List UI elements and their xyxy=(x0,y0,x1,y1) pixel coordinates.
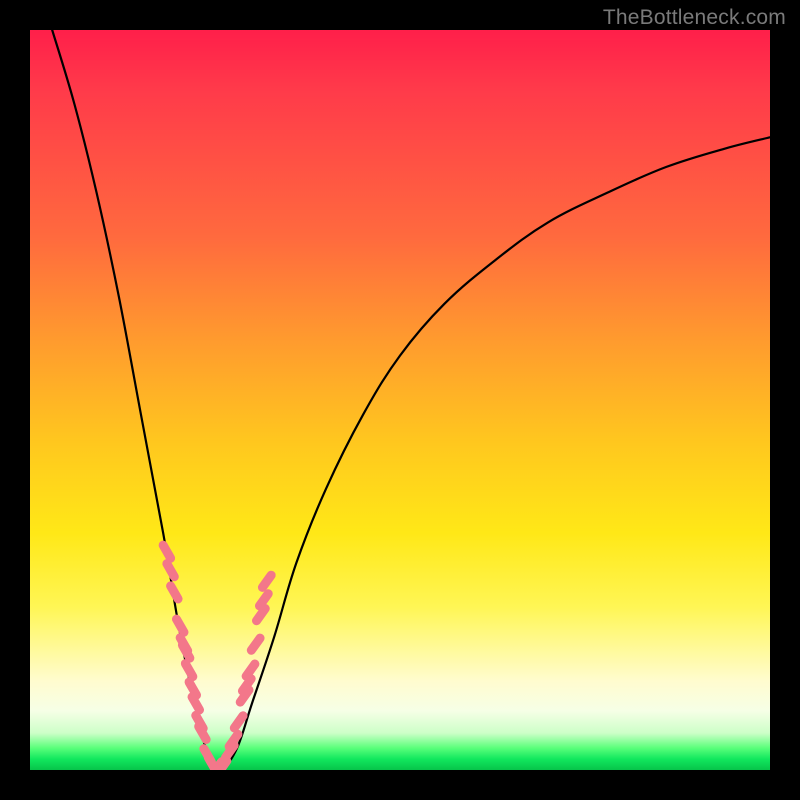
chart-frame: TheBottleneck.com xyxy=(0,0,800,800)
sample-points-layer xyxy=(30,30,770,770)
sample-point xyxy=(167,564,174,577)
plot-area xyxy=(30,30,770,770)
sample-point xyxy=(251,638,260,650)
sample-point xyxy=(246,664,255,676)
watermark-text: TheBottleneck.com xyxy=(603,6,786,30)
sample-point xyxy=(262,575,271,587)
sample-point xyxy=(163,545,170,558)
sample-point xyxy=(185,664,192,677)
sample-point xyxy=(176,619,183,632)
sample-point xyxy=(257,609,266,621)
sample-point xyxy=(171,586,178,599)
sample-point xyxy=(234,716,243,728)
sample-point xyxy=(259,594,268,606)
